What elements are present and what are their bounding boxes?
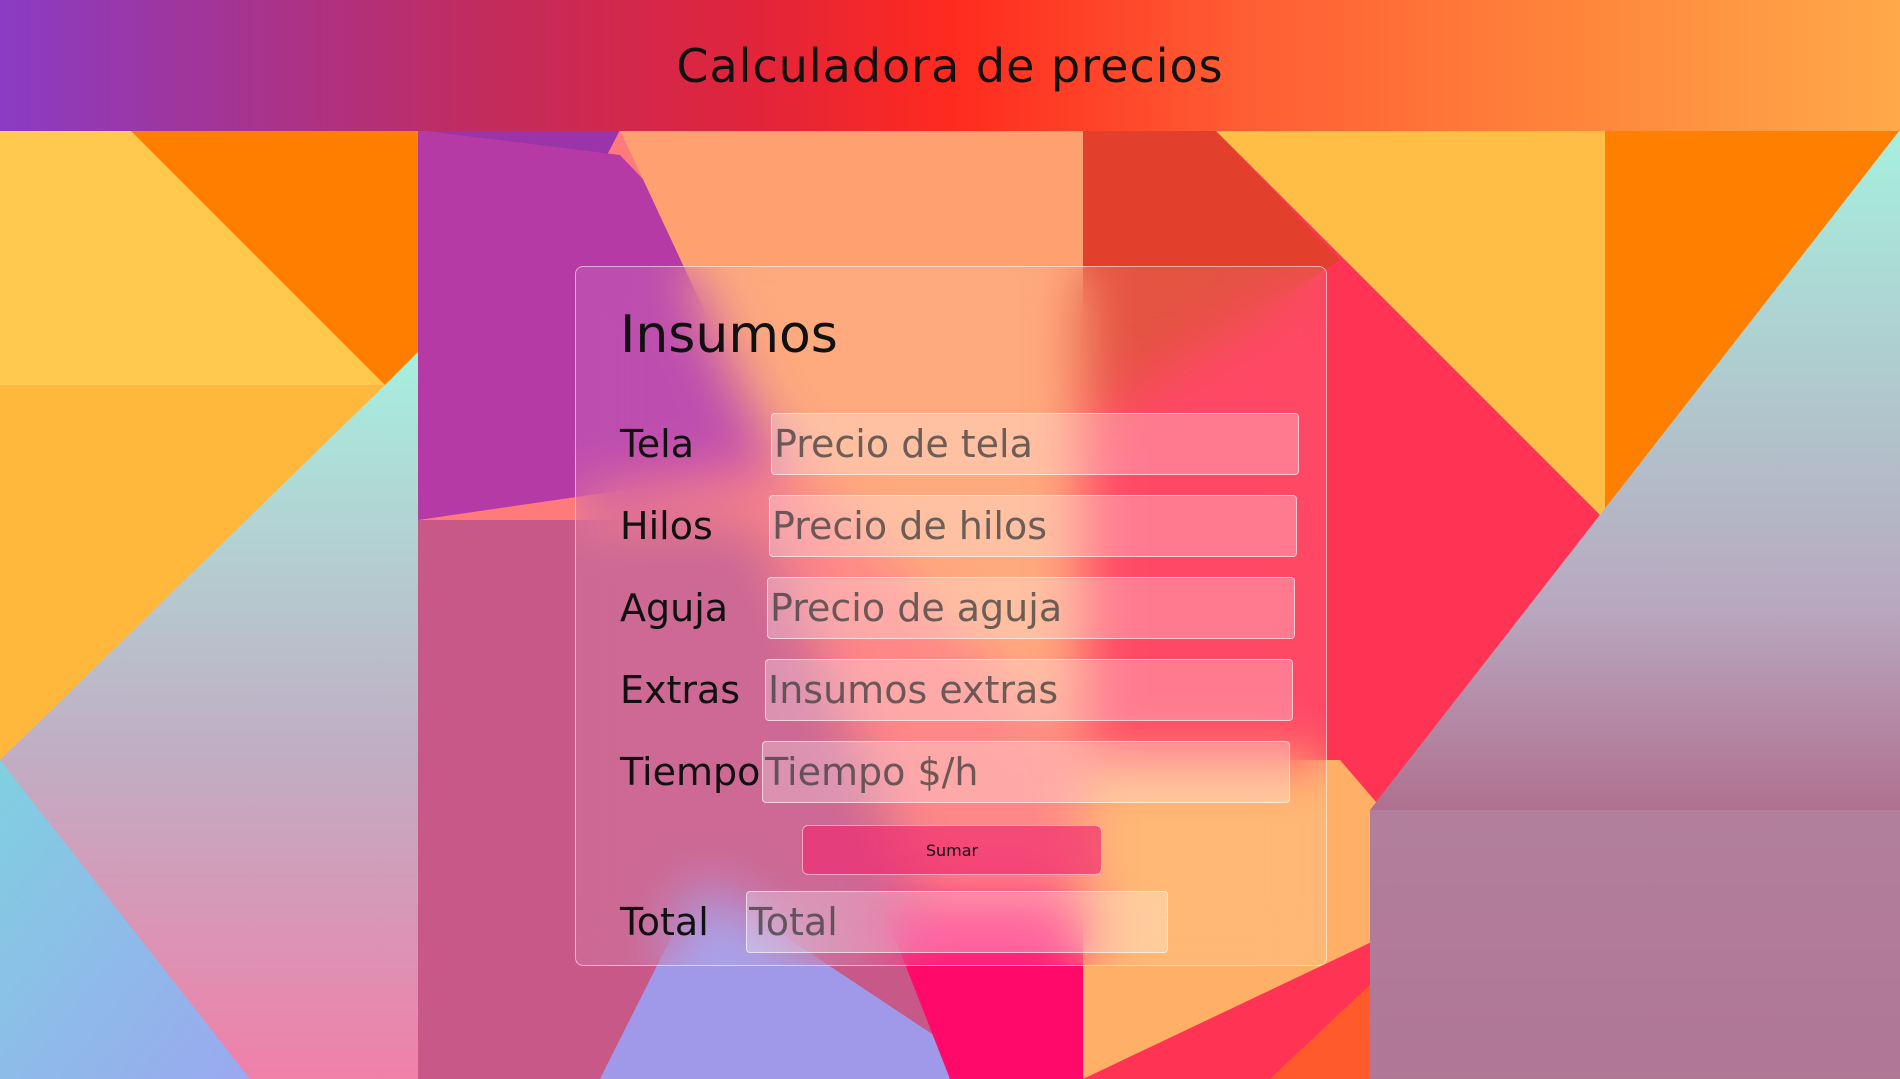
tela-label: Tela [620,422,694,466]
hilos-label: Hilos [620,504,713,548]
aguja-row: Aguja [620,577,728,639]
tiempo-input[interactable] [762,741,1290,803]
extras-input[interactable] [765,659,1293,721]
tiempo-label: Tiempo [620,750,761,794]
page-title: Calculadora de precios [676,38,1224,93]
total-output[interactable] [746,891,1168,953]
total-label: Total [620,900,709,944]
card-title: Insumos [620,305,838,365]
hilos-input[interactable] [769,495,1297,557]
extras-label: Extras [620,668,741,712]
total-row: Total [620,891,709,953]
app-header: Calculadora de precios [0,0,1900,131]
aguja-label: Aguja [620,586,729,630]
tela-input[interactable] [771,413,1299,475]
tiempo-row: Tiempo [620,741,760,803]
tela-row: Tela [620,413,694,475]
extras-row: Extras [620,659,740,721]
aguja-input[interactable] [767,577,1295,639]
insumos-card: Insumos Tela Hilos Aguja Extras Tiempo S… [575,266,1327,966]
hilos-row: Hilos [620,495,713,557]
sumar-button[interactable]: Sumar [802,825,1102,875]
